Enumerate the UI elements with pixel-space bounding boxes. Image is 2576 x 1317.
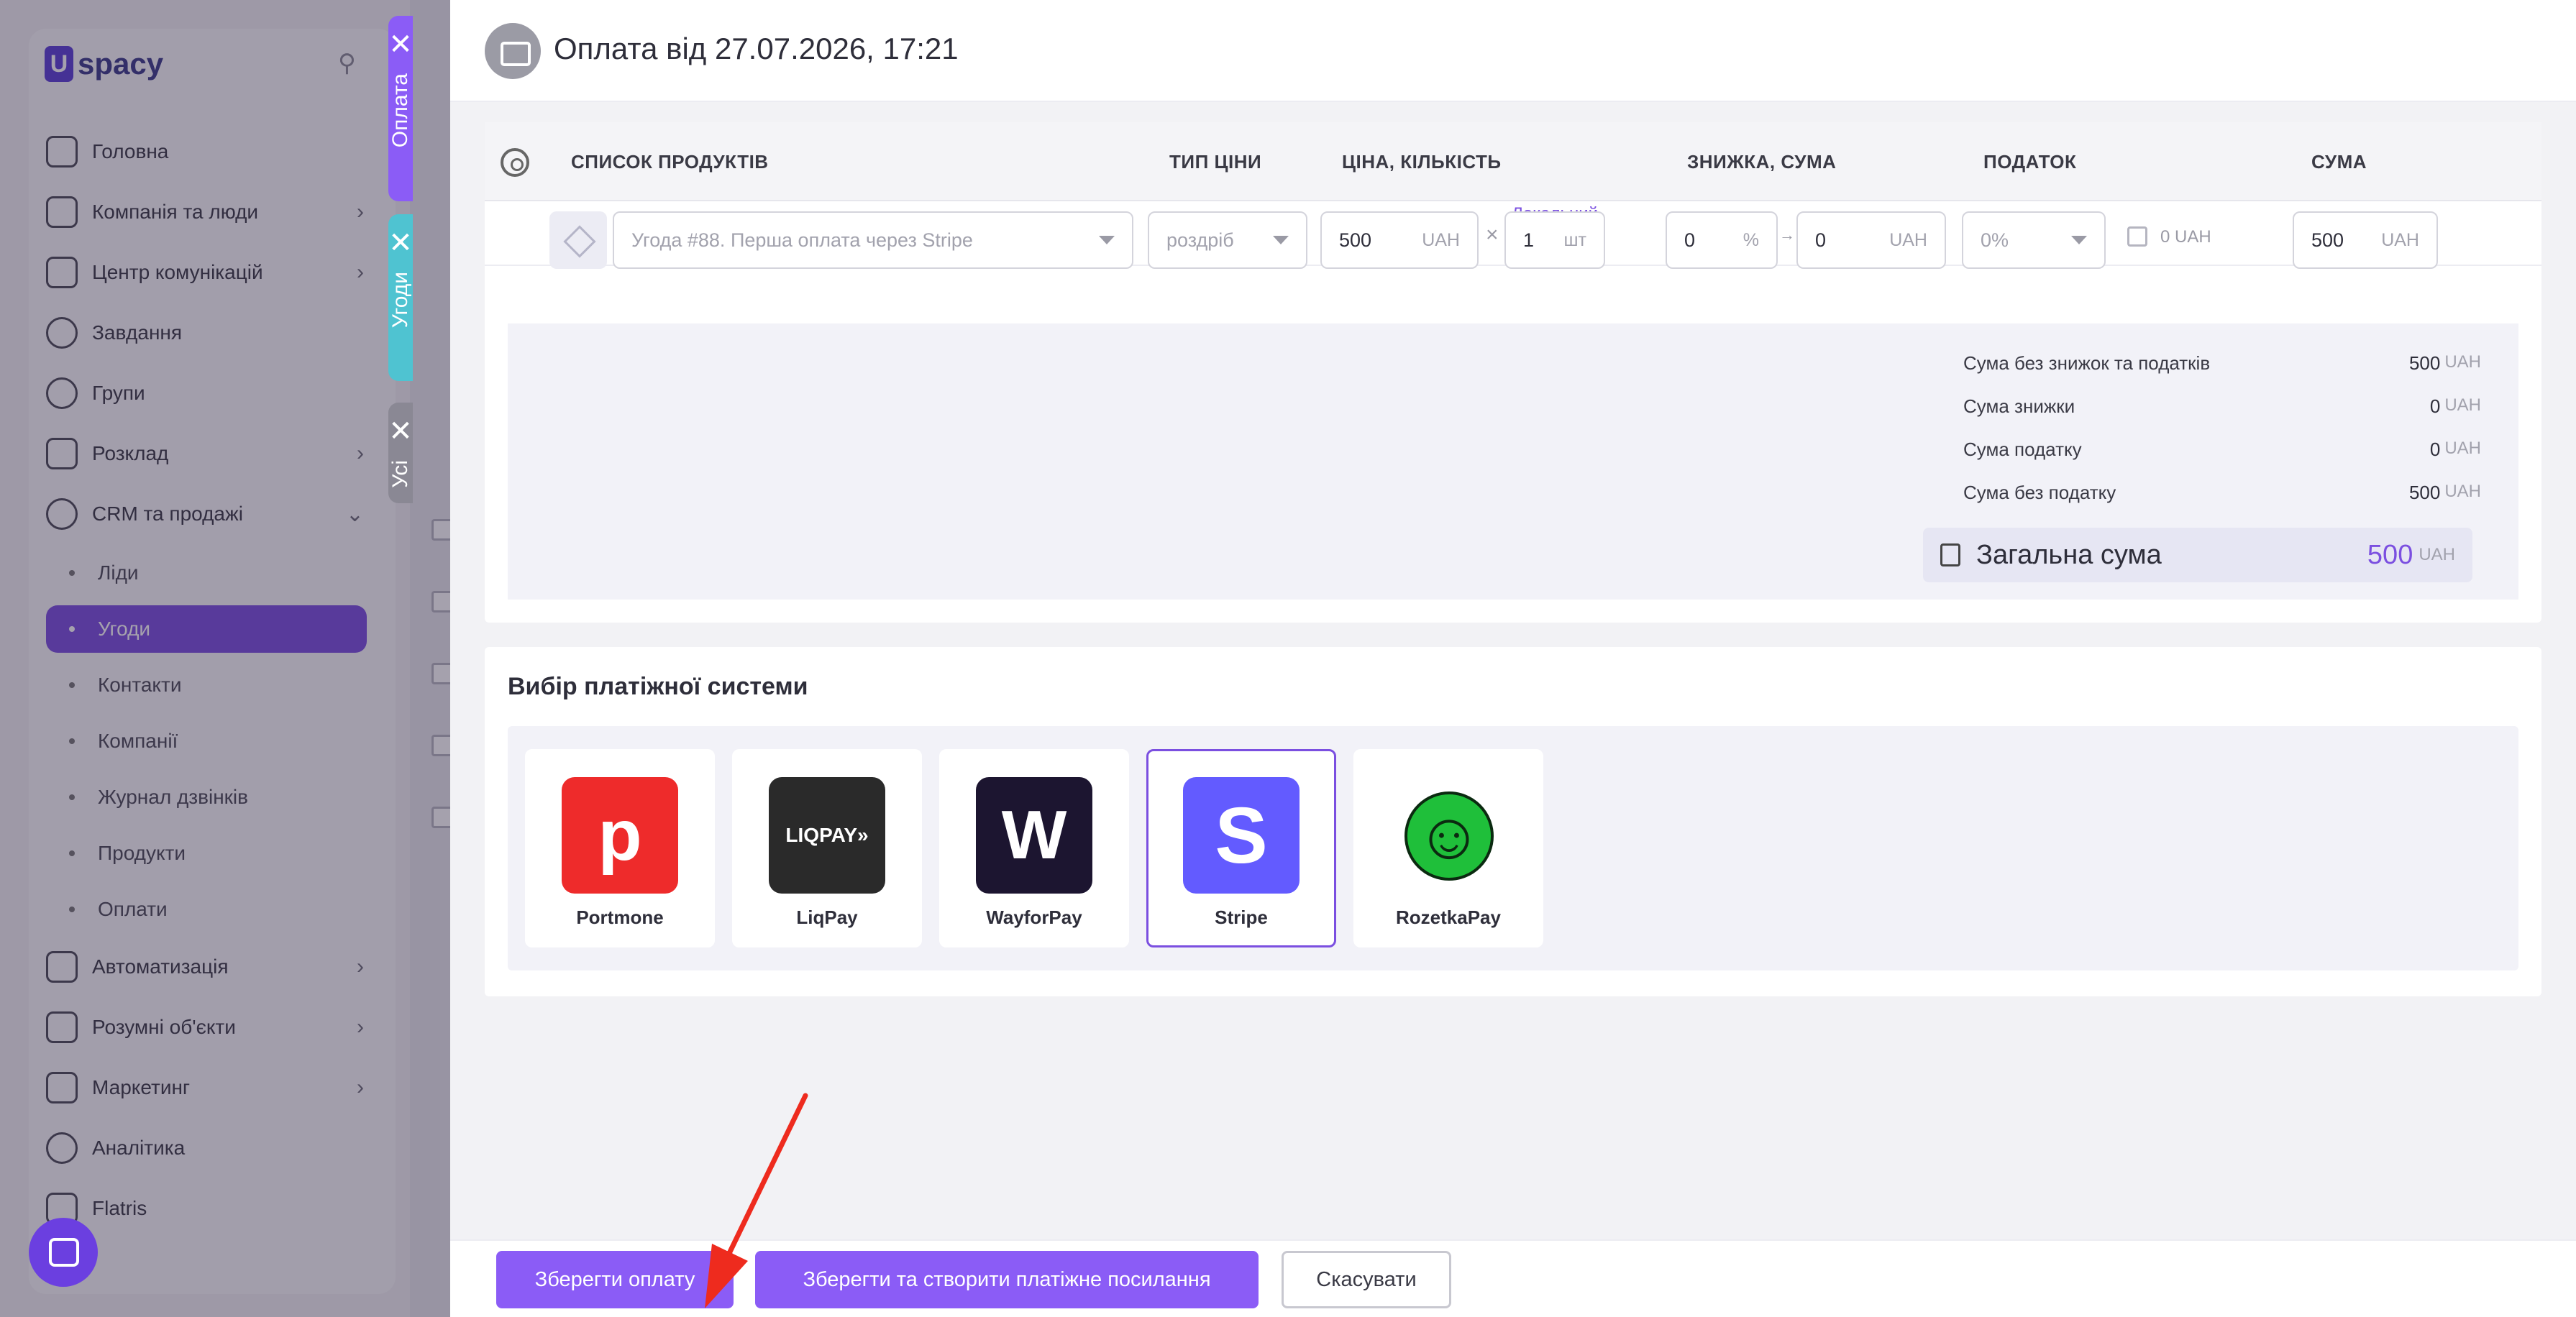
- payment-name: Portmone: [576, 907, 664, 928]
- sum-input[interactable]: 500 UAH: [2293, 211, 2438, 269]
- tab-label: Угоди: [388, 272, 412, 329]
- product-select[interactable]: Угода #88. Перша оплата через Stripe: [613, 211, 1133, 269]
- summary-label: Сума знижки: [1963, 395, 2075, 417]
- summary-value: 0: [2429, 395, 2441, 417]
- receipt-icon: [1940, 543, 1960, 566]
- summary-value: 500: [2408, 352, 2441, 374]
- tab-deals[interactable]: ✕ Угоди: [388, 214, 413, 381]
- annotation-arrow-icon: [705, 1093, 808, 1308]
- summary-label: Сума без податку: [1963, 482, 2116, 503]
- card-icon: [485, 23, 541, 79]
- close-icon[interactable]: ✕: [388, 229, 413, 257]
- total-value: 500: [2367, 539, 2413, 570]
- summary-row: Сума знижки 0 UAH: [1963, 395, 2481, 418]
- col-tax: ПОДАТОК: [1983, 151, 2077, 173]
- price-unit: UAH: [1422, 229, 1460, 250]
- summary-unit: UAH: [2444, 352, 2481, 372]
- discount-unit: UAH: [1889, 229, 1927, 250]
- summary-unit: UAH: [2444, 439, 2481, 458]
- products-card: СПИСОК ПРОДУКТІВ ТИП ЦІНИ ЦІНА, КІЛЬКІСТ…: [485, 122, 2541, 623]
- payment-option-liqpay[interactable]: LIQPAY» LiqPay: [732, 749, 922, 947]
- quantity-value: 1: [1523, 229, 1535, 251]
- payment-option-rozetkapay[interactable]: ☺ RozetkaPay: [1353, 749, 1543, 947]
- col-discount: ЗНИЖКА, СУМА: [1687, 151, 1837, 173]
- close-icon[interactable]: ✕: [388, 417, 413, 446]
- tab-all[interactable]: ✕ Усі: [388, 403, 413, 503]
- products-table-header: СПИСОК ПРОДУКТІВ ТИП ЦІНИ ЦІНА, КІЛЬКІСТ…: [485, 122, 2541, 201]
- modal-backdrop[interactable]: [0, 0, 450, 1317]
- summary-value: 0: [2429, 439, 2441, 460]
- payment-option-portmone[interactable]: p Portmone: [525, 749, 715, 947]
- sum-unit: UAH: [2381, 229, 2419, 250]
- payment-system-title: Вибір платіжної системи: [508, 673, 808, 700]
- stripe-logo-icon: S: [1183, 777, 1300, 894]
- tax-amount: 0 UAH: [2160, 227, 2211, 247]
- tax-included-checkbox[interactable]: [2127, 226, 2147, 247]
- discount-amount-input[interactable]: 0 UAH: [1796, 211, 1946, 269]
- tab-label: Оплата: [388, 73, 412, 148]
- payment-name: RozetkaPay: [1396, 907, 1501, 928]
- total-label: Загальна сума: [1976, 539, 2162, 570]
- summary-row: Сума без знижок та податків 500 UAH: [1963, 352, 2481, 375]
- payment-system-list: p Portmone LIQPAY» LiqPay W WayforPay S …: [508, 726, 2518, 970]
- sum-value: 500: [2311, 229, 2344, 251]
- payment-name: WayforPay: [986, 907, 1082, 928]
- chevron-down-icon: [2071, 236, 2087, 244]
- rozetkapay-logo-icon: ☺: [1405, 791, 1494, 881]
- summary-row: Сума податку 0 UAH: [1963, 439, 2481, 461]
- gear-icon[interactable]: [501, 148, 529, 177]
- col-sum: СУМА: [2311, 151, 2367, 173]
- summary-unit: UAH: [2444, 482, 2481, 501]
- support-chat-button[interactable]: [29, 1218, 98, 1287]
- col-price-type: ТИП ЦІНИ: [1169, 151, 1262, 173]
- page-title: Оплата від 27.07.2026, 17:21: [554, 32, 959, 65]
- close-icon[interactable]: ✕: [388, 30, 413, 59]
- percent-unit: %: [1743, 229, 1759, 250]
- price-value: 500: [1339, 229, 1372, 251]
- payment-option-stripe[interactable]: S Stripe: [1146, 749, 1336, 947]
- multiply-icon: ×: [1486, 223, 1499, 247]
- portmone-logo-icon: p: [562, 777, 678, 894]
- price-type-select[interactable]: роздріб: [1148, 211, 1307, 269]
- summary-label: Сума податку: [1963, 439, 2082, 460]
- arrow-right-icon: →: [1779, 226, 1795, 244]
- product-box-icon: [549, 211, 607, 269]
- payment-system-card: Вибір платіжної системи p Portmone LIQPA…: [485, 647, 2541, 996]
- payment-option-wayforpay[interactable]: W WayforPay: [939, 749, 1129, 947]
- payment-name: Stripe: [1215, 907, 1268, 928]
- cancel-button[interactable]: Скасувати: [1282, 1251, 1451, 1308]
- liqpay-logo-icon: LIQPAY»: [769, 777, 885, 894]
- tax-select[interactable]: 0%: [1962, 211, 2106, 269]
- totals-summary: Сума без знижок та податків 500 UAH Сума з…: [508, 323, 2518, 600]
- discount-percent-input[interactable]: 0 %: [1666, 211, 1778, 269]
- price-input[interactable]: 500 UAH: [1320, 211, 1479, 269]
- col-price-qty: ЦІНА, КІЛЬКІСТЬ: [1342, 151, 1502, 173]
- col-products: СПИСОК ПРОДУКТІВ: [571, 151, 769, 173]
- product-name: Угода #88. Перша оплата через Stripe: [631, 229, 973, 251]
- wayforpay-logo-icon: W: [976, 777, 1092, 894]
- quantity-unit: шт: [1563, 229, 1586, 250]
- discount-amount-value: 0: [1815, 229, 1827, 251]
- tax-value: 0%: [1981, 229, 2009, 251]
- summary-label: Сума без знижок та податків: [1963, 352, 2211, 374]
- panel-header: Оплата від 27.07.2026, 17:21: [450, 0, 2576, 102]
- quantity-input[interactable]: 1 шт: [1504, 211, 1605, 269]
- grand-total: Загальна сума 500 UAH: [1923, 528, 2472, 582]
- total-unit: UAH: [2419, 545, 2455, 564]
- price-type-value: роздріб: [1166, 229, 1234, 251]
- summary-row: Сума без податку 500 UAH: [1963, 482, 2481, 504]
- discount-percent-value: 0: [1684, 229, 1696, 251]
- tab-payment[interactable]: ✕ Оплата: [388, 16, 413, 201]
- summary-value: 500: [2408, 482, 2441, 503]
- summary-unit: UAH: [2444, 395, 2481, 415]
- tab-label: Усі: [388, 460, 412, 488]
- chevron-down-icon: [1099, 236, 1115, 244]
- chevron-down-icon: [1273, 236, 1289, 244]
- payment-name: LiqPay: [796, 907, 858, 928]
